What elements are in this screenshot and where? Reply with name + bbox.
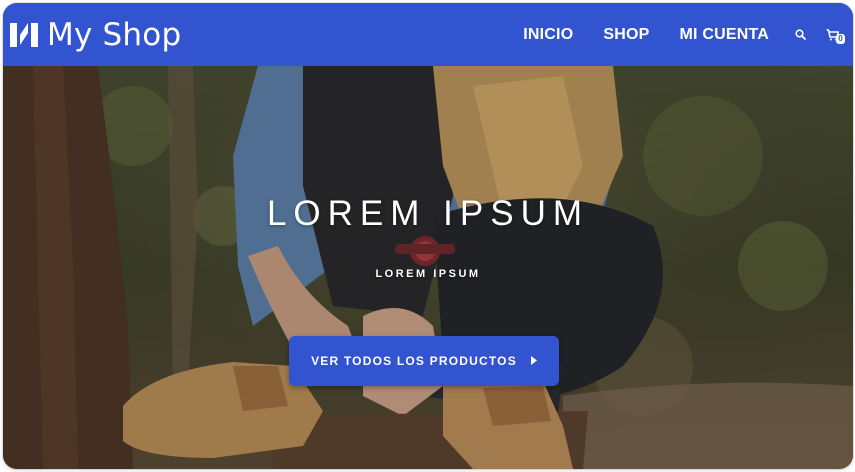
browser-viewport: LOREM IPSUM LOREM IPSUM VER TODOS LOS PR…: [3, 3, 853, 469]
search-icon[interactable]: [795, 29, 806, 40]
cta-label: VER TODOS LOS PRODUCTOS: [311, 354, 517, 368]
nav-link-shop[interactable]: SHOP: [603, 26, 649, 44]
nav-link-mi-cuenta[interactable]: MI CUENTA: [680, 26, 770, 44]
brand-name: My Shop: [47, 16, 182, 53]
main-nav: INICIO SHOP MI CUENTA 0: [523, 26, 845, 44]
hero-subtitle: LOREM IPSUM: [375, 268, 481, 280]
hero-banner: LOREM IPSUM LOREM IPSUM VER TODOS LOS PR…: [3, 66, 853, 469]
nav-link-inicio[interactable]: INICIO: [523, 26, 573, 44]
site-header: My Shop INICIO SHOP MI CUENTA 0: [3, 3, 853, 66]
view-all-products-button[interactable]: VER TODOS LOS PRODUCTOS: [289, 336, 559, 386]
cart-icon[interactable]: 0: [826, 28, 845, 44]
cart-count-badge: 0: [836, 33, 845, 44]
hero-title: LOREM IPSUM: [266, 194, 590, 233]
caret-right-icon: [530, 354, 537, 368]
brand-logo-link[interactable]: My Shop: [9, 17, 181, 53]
store-logo-icon: [9, 21, 39, 49]
hero-content: LOREM IPSUM LOREM IPSUM VER TODOS LOS PR…: [3, 66, 853, 469]
